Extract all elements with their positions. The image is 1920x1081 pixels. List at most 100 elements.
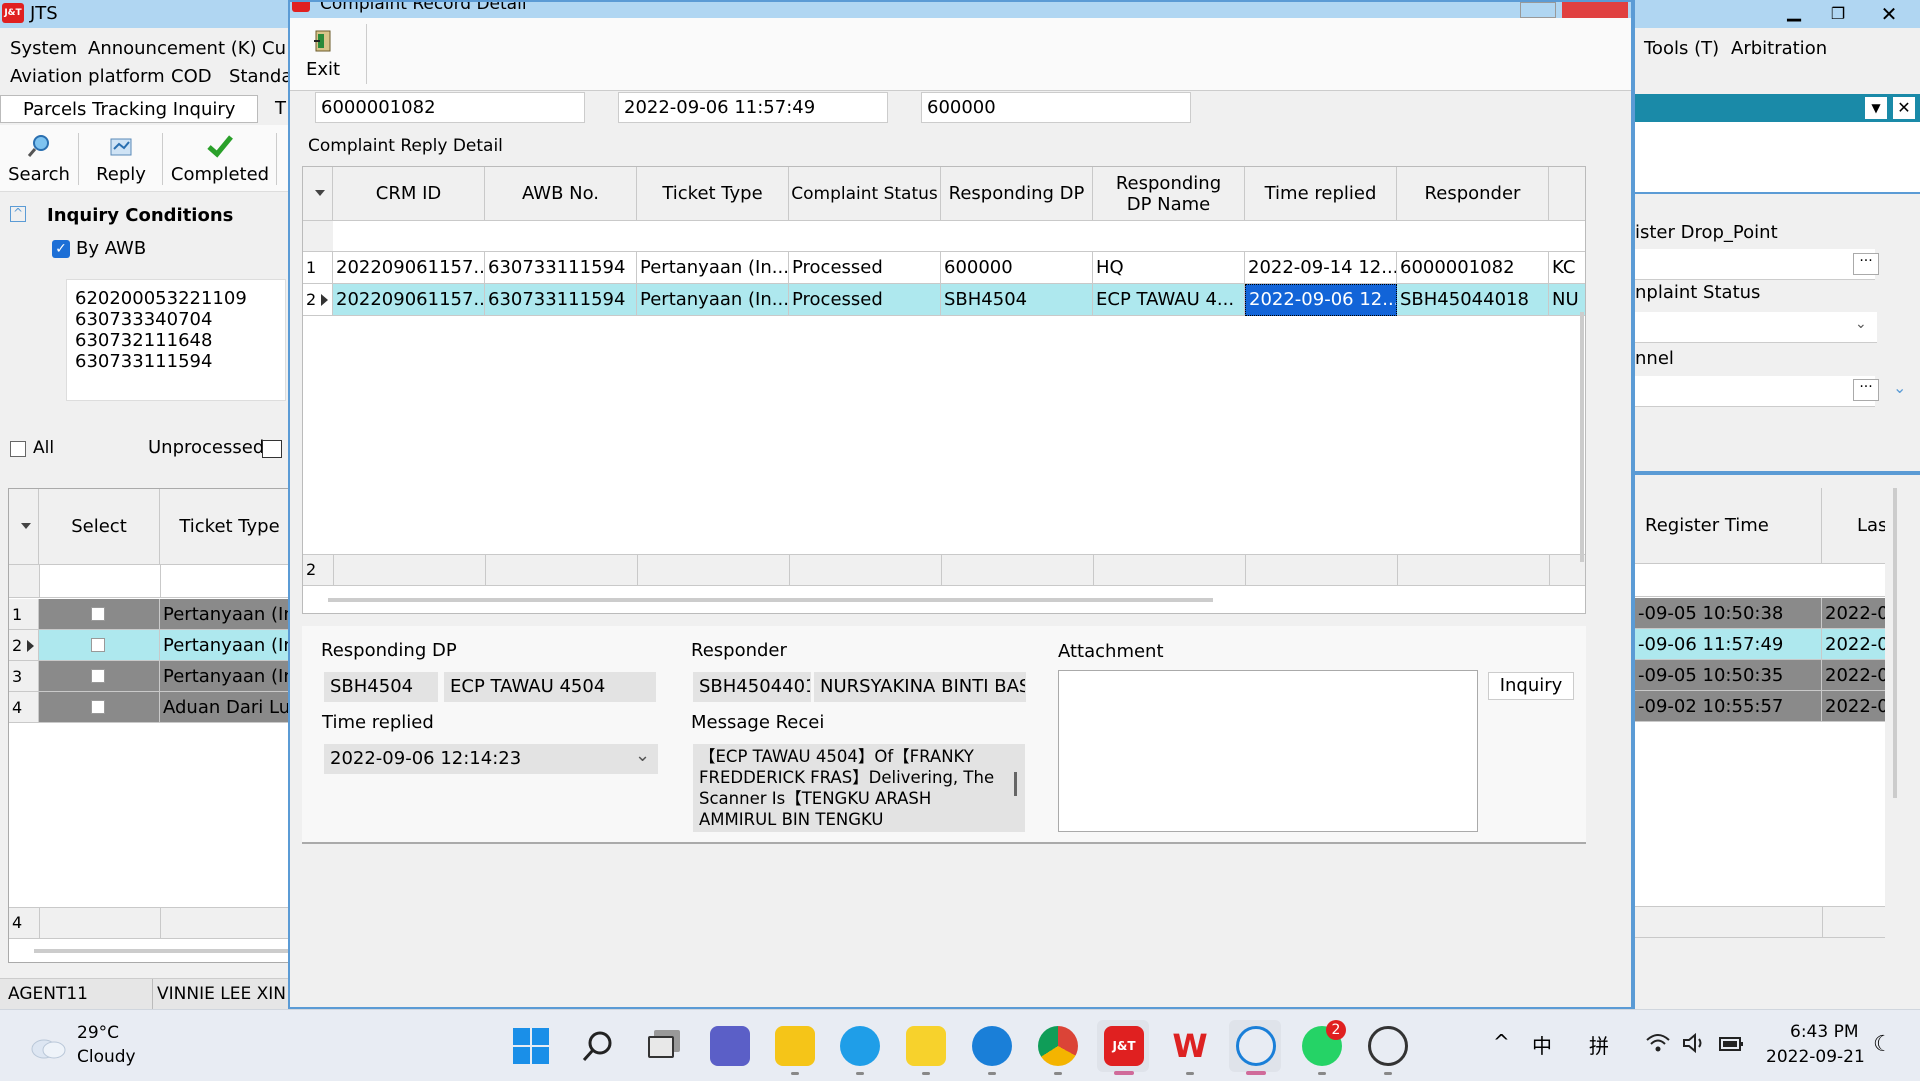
create-time-field[interactable]: 2022-09-06 11:57:49: [618, 92, 888, 123]
minimize-button[interactable]: ▁: [1772, 0, 1816, 28]
awb-textarea[interactable]: 620200053221109 630733340704 63073211164…: [66, 279, 286, 401]
media-player-icon[interactable]: [1368, 1026, 1408, 1066]
col-header-last[interactable]: Las: [1822, 488, 1885, 564]
awb-cell[interactable]: 630733111594: [485, 252, 637, 284]
menu-announcement[interactable]: Announcement (K): [88, 38, 257, 59]
responder-name-field[interactable]: NURSYAKINA BINTI BASA: [814, 672, 1026, 702]
edge-icon[interactable]: [840, 1026, 880, 1066]
close-button[interactable]: ✕: [1860, 0, 1918, 28]
dropdown-arrow-icon[interactable]: [21, 523, 31, 529]
col-header-register-time[interactable]: Register Time: [1635, 488, 1822, 564]
row-checkbox[interactable]: [91, 700, 105, 714]
register-time-cell[interactable]: -09-02 10:55:57: [1635, 691, 1822, 722]
col-header-responder[interactable]: Responder: [1397, 167, 1549, 221]
teams-chat-icon[interactable]: [710, 1026, 750, 1066]
by-awb-checkbox[interactable]: ✓: [52, 240, 70, 258]
complaint-status-select[interactable]: ⌄: [1635, 312, 1877, 343]
crm-id-cell[interactable]: 202209061157...: [333, 284, 485, 316]
app-icon[interactable]: [906, 1026, 946, 1066]
task-view-icon[interactable]: [648, 1030, 680, 1060]
channel-field[interactable]: [1635, 376, 1875, 407]
panel-close-button[interactable]: ✕: [1893, 97, 1915, 119]
message-app-icon[interactable]: [972, 1026, 1012, 1066]
responding-dp-cell[interactable]: 600000: [941, 252, 1093, 284]
dp-field[interactable]: 600000: [921, 92, 1191, 123]
row-checkbox[interactable]: [91, 638, 105, 652]
last-cell[interactable]: 2022-0: [1822, 629, 1885, 660]
ticket-type-cell[interactable]: Pertanyaan (In...: [637, 284, 789, 316]
message-scrollbar[interactable]: [1014, 772, 1017, 796]
file-explorer-icon[interactable]: [775, 1026, 815, 1066]
row-checkbox[interactable]: [91, 669, 105, 683]
time-replied-cell[interactable]: 2022-09-06 12...: [1245, 284, 1397, 316]
responding-dp-name-field[interactable]: ECP TAWAU 4504: [444, 672, 656, 702]
reply-button[interactable]: Reply: [88, 133, 154, 189]
col-header-responding-dp[interactable]: Responding DP: [941, 167, 1093, 221]
responding-dp-name-cell[interactable]: HQ: [1093, 252, 1245, 284]
col-header-responding-dp-name[interactable]: Responding DP Name: [1093, 167, 1245, 221]
battery-icon[interactable]: [1718, 1034, 1746, 1059]
search-button[interactable]: Search: [8, 133, 70, 189]
awb-cell[interactable]: 630733111594: [485, 284, 637, 316]
col-header-select[interactable]: Select: [39, 489, 160, 565]
last-cell[interactable]: 2022-0: [1822, 598, 1885, 629]
ticket-type-cell[interactable]: Pertanyaan (In...: [160, 661, 289, 692]
responder-code-field[interactable]: SBH45044018: [693, 672, 811, 702]
time-replied-cell[interactable]: 2022-09-14 12...: [1245, 252, 1397, 284]
select-cell[interactable]: [39, 692, 160, 723]
menu-arbitration[interactable]: Arbitration: [1731, 38, 1827, 59]
browse-button[interactable]: ···: [1853, 379, 1879, 401]
chrome-icon[interactable]: [1038, 1026, 1078, 1066]
col-header-awb-no[interactable]: AWB No.: [485, 167, 637, 221]
horizontal-scrollbar[interactable]: [328, 598, 1213, 602]
time-replied-select[interactable]: 2022-09-06 12:14:23 ⌄: [324, 744, 658, 774]
col-header-ticket-type[interactable]: Ticket Type: [160, 489, 289, 565]
menu-cu[interactable]: Cu: [262, 38, 286, 59]
creator-field[interactable]: 6000001082: [315, 92, 585, 123]
ime-pinyin[interactable]: 拼: [1589, 1030, 1609, 1059]
chat-app-icon[interactable]: [1236, 1026, 1276, 1066]
weather-desc[interactable]: Cloudy: [77, 1047, 136, 1067]
moon-icon[interactable]: ☾: [1873, 1032, 1893, 1057]
horizontal-scrollbar[interactable]: [34, 949, 289, 953]
row-checkbox[interactable]: [91, 607, 105, 621]
panel-dropdown-button[interactable]: ▼: [1865, 97, 1887, 119]
menu-tools[interactable]: Tools (T): [1644, 38, 1719, 59]
col-header-time-replied[interactable]: Time replied: [1245, 167, 1397, 221]
responding-dp-cell[interactable]: SBH4504: [941, 284, 1093, 316]
menu-aviation[interactable]: Aviation platform: [10, 66, 165, 87]
filter-row[interactable]: [9, 565, 289, 598]
menu-system[interactable]: System: [10, 38, 77, 59]
jt-app-icon[interactable]: J&T: [1104, 1026, 1144, 1066]
browse-button[interactable]: ···: [1853, 253, 1879, 275]
ticket-type-cell[interactable]: Pertanyaan (In...: [637, 252, 789, 284]
volume-icon[interactable]: [1682, 1032, 1708, 1059]
weather-temp[interactable]: 29°C: [77, 1023, 119, 1043]
select-cell[interactable]: [39, 661, 160, 692]
attachment-box[interactable]: [1058, 670, 1478, 832]
all-checkbox[interactable]: [10, 441, 26, 457]
tab-parcels-tracking[interactable]: Parcels Tracking Inquiry: [0, 95, 258, 123]
menu-standard[interactable]: Standa: [229, 66, 292, 87]
crm-id-cell[interactable]: 202209061157...: [333, 252, 485, 284]
clock-time[interactable]: 6:43 PM: [1790, 1022, 1859, 1042]
responding-dp-code-field[interactable]: SBH4504: [324, 672, 438, 702]
close-button[interactable]: [1562, 2, 1628, 18]
responder-cell[interactable]: SBH45044018: [1397, 284, 1549, 316]
col-header-ticket-type[interactable]: Ticket Type: [637, 167, 789, 221]
last-cell[interactable]: 2022-0: [1822, 691, 1885, 722]
menu-cod[interactable]: COD: [171, 66, 212, 87]
last-cell[interactable]: 2022-0: [1822, 660, 1885, 691]
ticket-type-cell[interactable]: Aduan Dari Luar: [160, 692, 289, 723]
drop-point-field[interactable]: [1635, 249, 1875, 280]
col-header-complaint-status[interactable]: Complaint Status: [789, 167, 941, 221]
chevron-down-icon[interactable]: ⌄: [1893, 378, 1906, 397]
inquiry-button[interactable]: Inquiry: [1488, 672, 1574, 700]
register-time-cell[interactable]: -09-05 10:50:35: [1635, 660, 1822, 691]
status-cell[interactable]: Processed: [789, 284, 941, 316]
vertical-scrollbar[interactable]: [1580, 312, 1584, 562]
search-icon[interactable]: [580, 1028, 616, 1064]
extra-cell[interactable]: KC: [1549, 252, 1585, 284]
col-header-crm-id[interactable]: CRM ID: [333, 167, 485, 221]
windows-start-icon[interactable]: [513, 1028, 549, 1064]
